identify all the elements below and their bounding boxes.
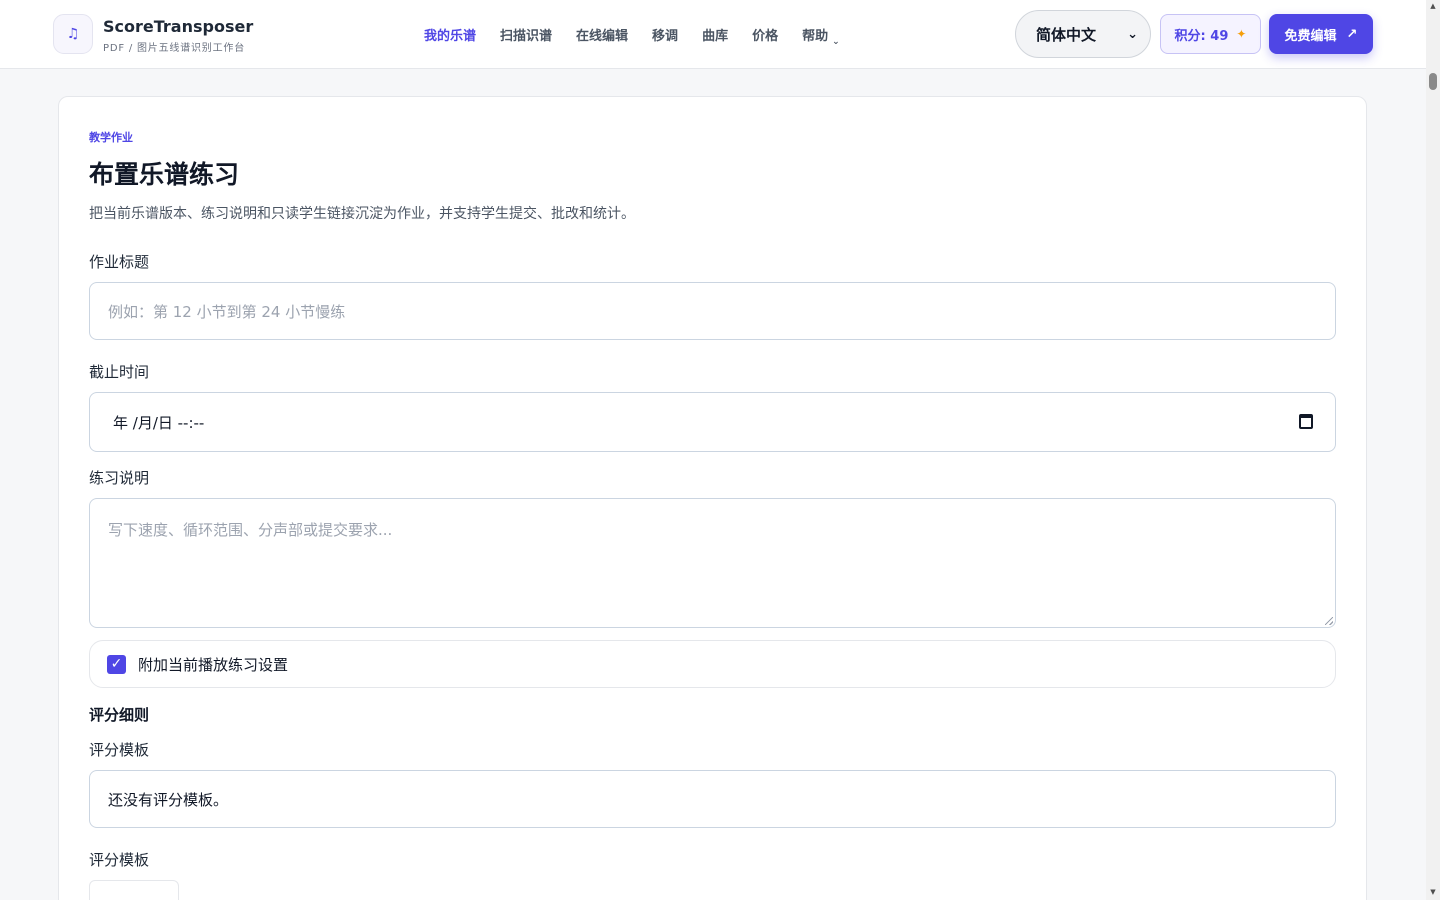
nav-item-library[interactable]: 曲库 [702, 25, 728, 44]
rubric-template-box: 还没有评分模板。 [89, 770, 1336, 828]
practice-notes-textarea[interactable]: 写下速度、循环范围、分声部或提交要求... [89, 498, 1336, 628]
page-title: 布置乐谱练习 [89, 160, 240, 189]
language-select[interactable]: 简体中文 ⌄ [1015, 10, 1151, 58]
page-scrollbar[interactable]: ▲ ▼ [1426, 2, 1440, 900]
free-edit-label: 免费编辑 [1284, 28, 1337, 44]
rubric-template-select[interactable] [89, 880, 179, 900]
nav-item-scan[interactable]: 扫描识谱 [500, 25, 552, 44]
nav-item-help[interactable]: 帮助 ⌄ [802, 25, 840, 47]
brand-name[interactable]: ScoreTransposer [103, 17, 253, 36]
language-value: 简体中文 [1036, 25, 1097, 44]
attach-settings-row[interactable]: ✓ 附加当前播放练习设置 [89, 640, 1336, 688]
points-button[interactable]: 积分: 49 ✦ [1160, 14, 1261, 54]
main-nav: 我的乐谱 扫描识谱 在线编辑 移调 曲库 价格 帮助 ⌄ [424, 25, 840, 47]
practice-notes-placeholder: 写下速度、循环范围、分声部或提交要求... [108, 521, 393, 539]
free-edit-button[interactable]: 免费编辑 ↗ [1269, 14, 1373, 54]
scrollbar-thumb[interactable] [1429, 73, 1437, 90]
music-note-icon: ♫ [66, 26, 80, 42]
resize-handle-icon[interactable] [1325, 617, 1333, 625]
top-navigation-bar: ♫ ScoreTransposer PDF / 图片五线谱识别工作台 我的乐谱 … [0, 0, 1426, 69]
deadline-value: 年 /月/日 --:-- [113, 413, 205, 432]
nav-item-pricing[interactable]: 价格 [752, 25, 778, 44]
assignment-title-input[interactable]: 例如：第 12 小节到第 24 小节慢练 [89, 282, 1336, 340]
deadline-label: 截止时间 [89, 363, 150, 381]
calendar-icon[interactable] [1299, 414, 1313, 429]
page-description: 把当前乐谱版本、练习说明和只读学生链接沉淀为作业，并支持学生提交、批改和统计。 [89, 206, 635, 222]
scroll-up-arrow-icon[interactable]: ▲ [1426, 0, 1440, 12]
assignment-title-placeholder: 例如：第 12 小节到第 24 小节慢练 [108, 302, 346, 321]
app-logo-icon[interactable]: ♫ [53, 14, 93, 54]
chevron-down-icon: ⌄ [832, 37, 840, 47]
attach-settings-checkbox[interactable]: ✓ [107, 654, 126, 674]
section-eyebrow: 教学作业 [89, 131, 133, 144]
deadline-input[interactable]: 年 /月/日 --:-- [89, 392, 1336, 452]
points-label: 积分: 49 [1174, 28, 1229, 44]
practice-notes-label: 练习说明 [89, 469, 150, 487]
rubric-template-label: 评分模板 [89, 741, 150, 759]
external-link-icon: ↗ [1346, 26, 1358, 42]
attach-settings-label: 附加当前播放练习设置 [138, 655, 289, 674]
assignment-title-label: 作业标题 [89, 253, 150, 271]
rubric-template-empty-text: 还没有评分模板。 [108, 790, 229, 809]
nav-item-transpose[interactable]: 移调 [652, 25, 678, 44]
scroll-down-arrow-icon[interactable]: ▼ [1426, 886, 1440, 898]
nav-item-my-scores[interactable]: 我的乐谱 [424, 25, 476, 44]
nav-item-online-edit[interactable]: 在线编辑 [576, 25, 628, 44]
brand-subtitle: PDF / 图片五线谱识别工作台 [103, 43, 246, 54]
rubric-template-label-2: 评分模板 [89, 851, 150, 869]
rubric-heading: 评分细则 [89, 706, 150, 724]
sparkle-icon: ✦ [1236, 27, 1247, 41]
chevron-down-icon: ⌄ [1127, 26, 1138, 42]
nav-item-help-label: 帮助 [802, 29, 829, 44]
